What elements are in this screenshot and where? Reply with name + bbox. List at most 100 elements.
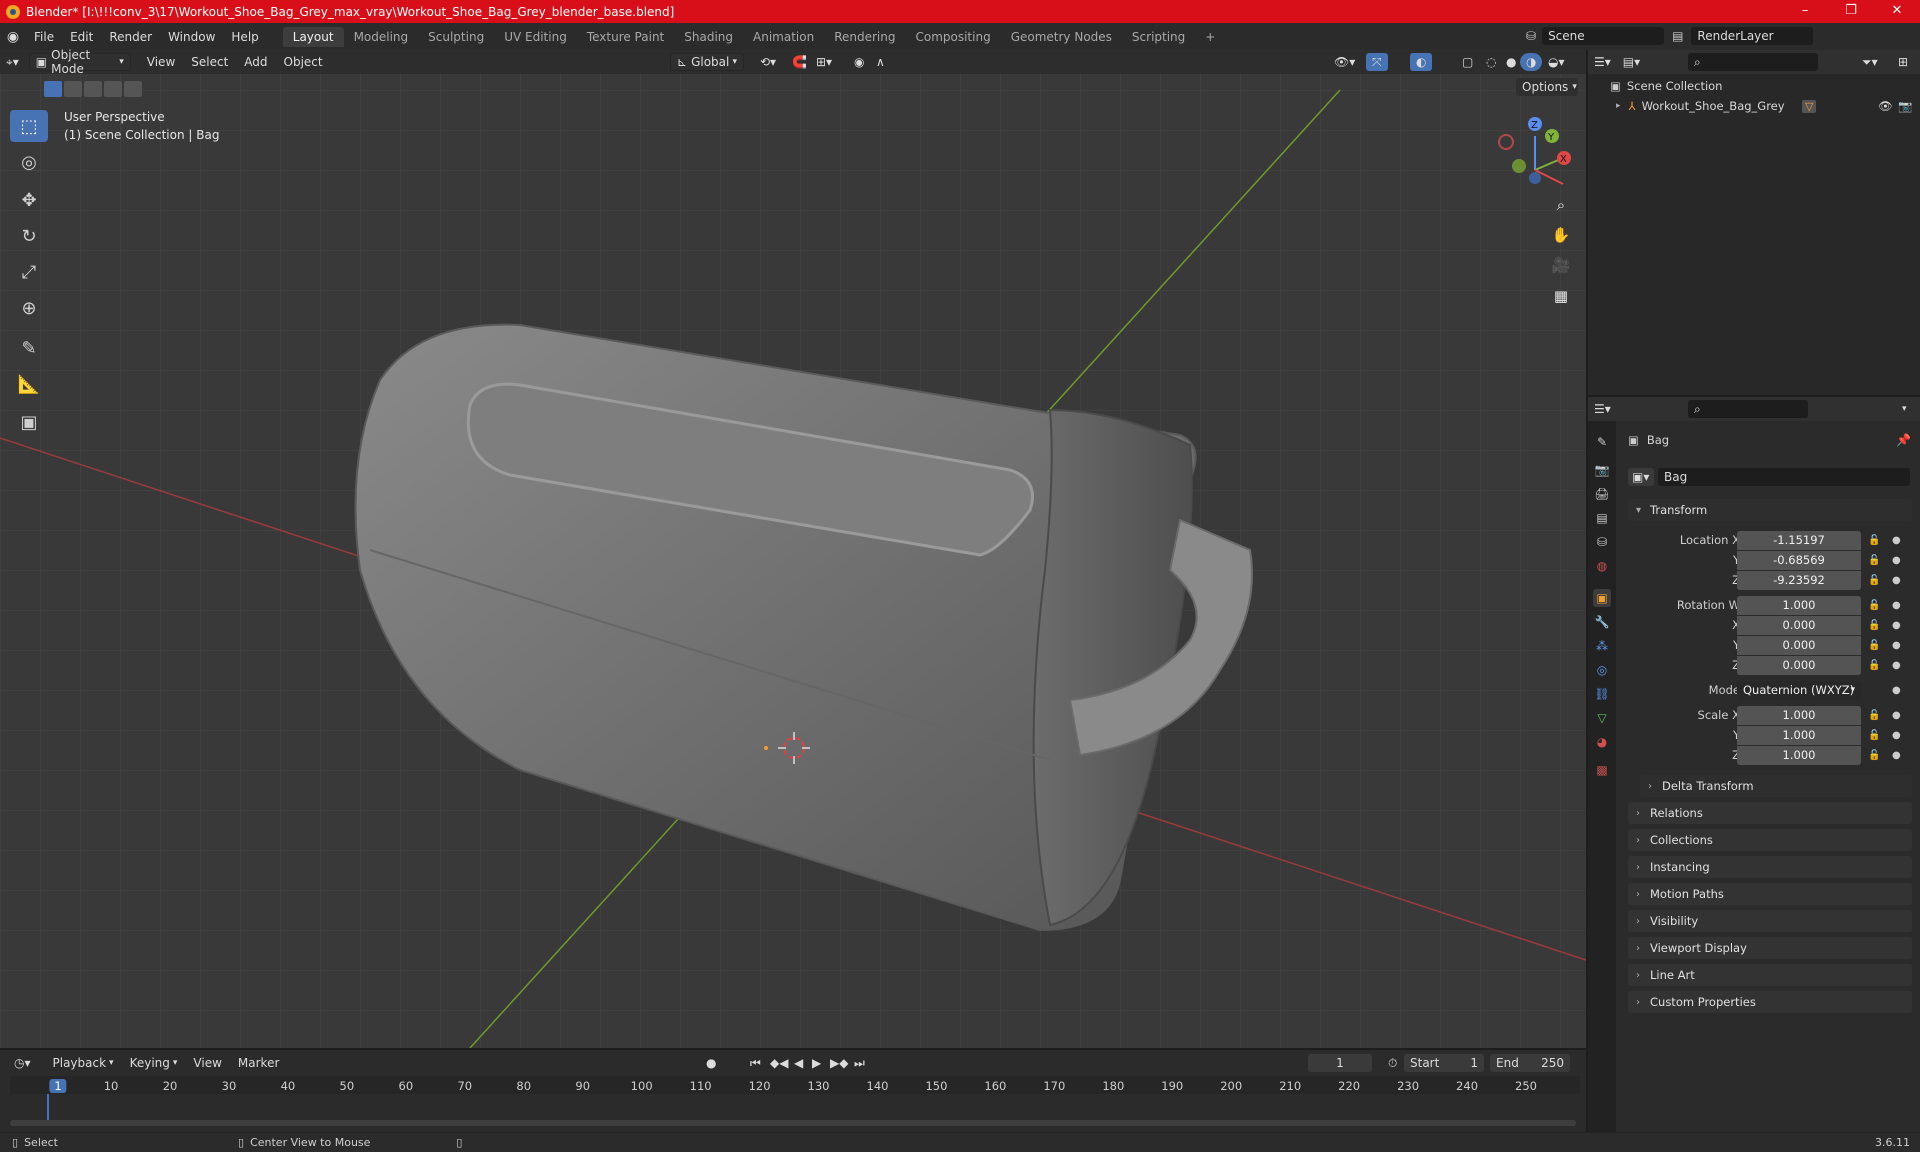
lock-icon[interactable]: 🔓 xyxy=(1868,575,1880,586)
xray-icon[interactable]: ▢ xyxy=(1456,53,1479,71)
minimize-button[interactable]: – xyxy=(1782,0,1828,23)
select-box-tool-icon[interactable]: ⬚ xyxy=(10,110,48,142)
outliner-search-input[interactable]: ⌕ xyxy=(1688,53,1818,71)
keyframe-dot-icon[interactable]: ● xyxy=(1892,750,1901,761)
lock-icon[interactable]: 🔓 xyxy=(1868,535,1880,546)
end-frame-field[interactable]: End 250 xyxy=(1490,1054,1570,1072)
display-mode-icon[interactable]: ▤▾ xyxy=(1617,53,1646,71)
menu-file[interactable]: File xyxy=(26,30,62,44)
scale-x-field[interactable]: 1.000 xyxy=(1737,706,1861,725)
lock-icon[interactable]: 🔓 xyxy=(1868,555,1880,566)
timeline-editor-icon[interactable]: ◷▾ xyxy=(8,1054,37,1072)
rotation-w-field[interactable]: 1.000 xyxy=(1737,596,1861,615)
panel-custom-properties[interactable]: › Custom Properties xyxy=(1628,991,1912,1013)
view-layer-selector[interactable]: RenderLayer xyxy=(1691,27,1814,45)
editor-type-icon[interactable]: ⌖▾ xyxy=(0,53,25,71)
keyframe-dot-icon[interactable]: ● xyxy=(1892,535,1901,546)
overlay-toggle-icon[interactable]: ◐ xyxy=(1410,53,1433,71)
options-button[interactable]: Options ▾ xyxy=(1516,78,1578,96)
filter-icon[interactable]: ⏷▾ xyxy=(1856,53,1884,71)
camera-view-icon[interactable]: 🎥 xyxy=(1547,251,1575,279)
object-tab-icon[interactable]: ▣ xyxy=(1593,589,1611,607)
keyframe-dot-icon[interactable]: ● xyxy=(1892,730,1901,741)
rendered-shading-icon[interactable]: ◒▾ xyxy=(1542,53,1571,71)
location-x-field[interactable]: -1.15197 xyxy=(1737,531,1861,550)
world-tab-icon[interactable]: ◍ xyxy=(1593,557,1611,575)
tab-modeling[interactable]: Modeling xyxy=(344,27,419,47)
transform-tool-icon[interactable]: ⊕ xyxy=(10,292,48,324)
3d-viewport[interactable]: Z Y X User Perspective (1) Scene Collect… xyxy=(0,50,1586,1048)
keyframe-dot-icon[interactable]: ● xyxy=(1892,640,1901,651)
move-tool-icon[interactable]: ✥ xyxy=(10,184,48,216)
outliner-scene-collection[interactable]: ▣ Scene Collection xyxy=(1610,79,1722,93)
output-tab-icon[interactable]: 🖨 xyxy=(1593,485,1611,503)
select-extend-icon[interactable] xyxy=(64,81,82,97)
scale-z-field[interactable]: 1.000 xyxy=(1737,746,1861,765)
tab-texture-paint[interactable]: Texture Paint xyxy=(577,27,674,47)
panel-relations[interactable]: › Relations xyxy=(1628,802,1912,824)
add-workspace-button[interactable]: + xyxy=(1195,27,1225,47)
scene-tab-icon[interactable]: ⛁ xyxy=(1593,533,1611,551)
rotation-y-field[interactable]: 0.000 xyxy=(1737,636,1861,655)
keyframe-dot-icon[interactable]: ● xyxy=(1892,555,1901,566)
keyframe-dot-icon[interactable]: ● xyxy=(1892,660,1901,671)
render-tab-icon[interactable]: 📷 xyxy=(1593,461,1611,479)
eye-icon[interactable]: 👁 xyxy=(1878,99,1893,113)
constraints-tab-icon[interactable]: ⛓ xyxy=(1593,685,1611,703)
rotation-z-field[interactable]: 0.000 xyxy=(1737,656,1861,675)
snap-icon[interactable]: 🧲 xyxy=(786,53,813,71)
pan-hand-icon[interactable]: ✋ xyxy=(1547,221,1575,249)
panel-collections[interactable]: › Collections xyxy=(1628,829,1912,851)
measure-tool-icon[interactable]: 📐 xyxy=(10,368,48,400)
particles-tab-icon[interactable]: ⁂ xyxy=(1593,637,1611,655)
rotate-tool-icon[interactable]: ↻ xyxy=(10,220,48,252)
lock-icon[interactable]: 🔓 xyxy=(1868,730,1880,741)
snap-target-icon[interactable]: ⊞▾ xyxy=(810,53,838,71)
lock-icon[interactable]: 🔓 xyxy=(1868,710,1880,721)
keyframe-dot-icon[interactable]: ● xyxy=(1892,575,1901,586)
keyframe-dot-icon[interactable]: ● xyxy=(1892,600,1901,611)
location-z-field[interactable]: -9.23592 xyxy=(1737,571,1861,590)
menu-timeline-view[interactable]: View xyxy=(187,1054,227,1072)
panel-motion-paths[interactable]: › Motion Paths xyxy=(1628,883,1912,905)
menu-help[interactable]: Help xyxy=(223,30,266,44)
tab-animation[interactable]: Animation xyxy=(743,27,824,47)
material-tab-icon[interactable]: ◕ xyxy=(1593,733,1611,751)
menu-select[interactable]: Select xyxy=(185,53,234,71)
menu-edit[interactable]: Edit xyxy=(62,30,101,44)
falloff-icon[interactable]: ∧ xyxy=(870,53,891,71)
tab-sculpting[interactable]: Sculpting xyxy=(418,27,494,47)
start-frame-field[interactable]: Start 1 xyxy=(1404,1054,1484,1072)
lock-icon[interactable]: 🔓 xyxy=(1868,750,1880,761)
camera-icon[interactable]: 📷 xyxy=(1898,99,1912,113)
delta-transform-panel[interactable]: › Delta Transform xyxy=(1640,775,1912,797)
lock-icon[interactable]: 🔓 xyxy=(1868,600,1880,611)
panel-visibility[interactable]: › Visibility xyxy=(1628,910,1912,932)
scene-selector[interactable]: Scene xyxy=(1542,27,1665,45)
playhead[interactable] xyxy=(47,1094,49,1122)
outliner-item[interactable]: ▸ ⅄ Workout_Shoe_Bag_Grey ▽ 👁 📷 xyxy=(1616,99,1916,113)
tab-compositing[interactable]: Compositing xyxy=(905,27,1000,47)
select-invert-icon[interactable] xyxy=(104,81,122,97)
pivot-icon[interactable]: ⟲▾ xyxy=(754,53,782,71)
blender-menu-icon[interactable]: ◉ xyxy=(0,29,26,45)
menu-playback[interactable]: Playback ▾ xyxy=(47,1054,120,1072)
menu-marker[interactable]: Marker xyxy=(232,1054,285,1072)
tab-shading[interactable]: Shading xyxy=(674,27,743,47)
panel-instancing[interactable]: › Instancing xyxy=(1628,856,1912,878)
data-tab-icon[interactable]: ▽ xyxy=(1593,709,1611,727)
properties-editor-icon[interactable]: ☰▾ xyxy=(1588,400,1617,418)
select-subtract-icon[interactable] xyxy=(84,81,102,97)
tab-uv-editing[interactable]: UV Editing xyxy=(494,27,577,47)
visibility-icon[interactable]: 👁▾ xyxy=(1328,53,1361,71)
annotate-tool-icon[interactable]: ✎ xyxy=(10,332,48,364)
tab-geometry-nodes[interactable]: Geometry Nodes xyxy=(1001,27,1122,47)
modifier-tab-icon[interactable]: 🔧 xyxy=(1593,613,1611,631)
cursor-tool-icon[interactable]: ◎ xyxy=(10,146,48,178)
lock-icon[interactable]: 🔓 xyxy=(1868,640,1880,651)
material-shading-icon[interactable]: ◑ xyxy=(1520,53,1543,71)
scale-y-field[interactable]: 1.000 xyxy=(1737,726,1861,745)
view-layer-tab-icon[interactable]: ▤ xyxy=(1593,509,1611,527)
mode-selector[interactable]: ▣ Object Mode ▾ xyxy=(28,48,131,76)
timeline-scrollbar[interactable] xyxy=(10,1120,1576,1126)
